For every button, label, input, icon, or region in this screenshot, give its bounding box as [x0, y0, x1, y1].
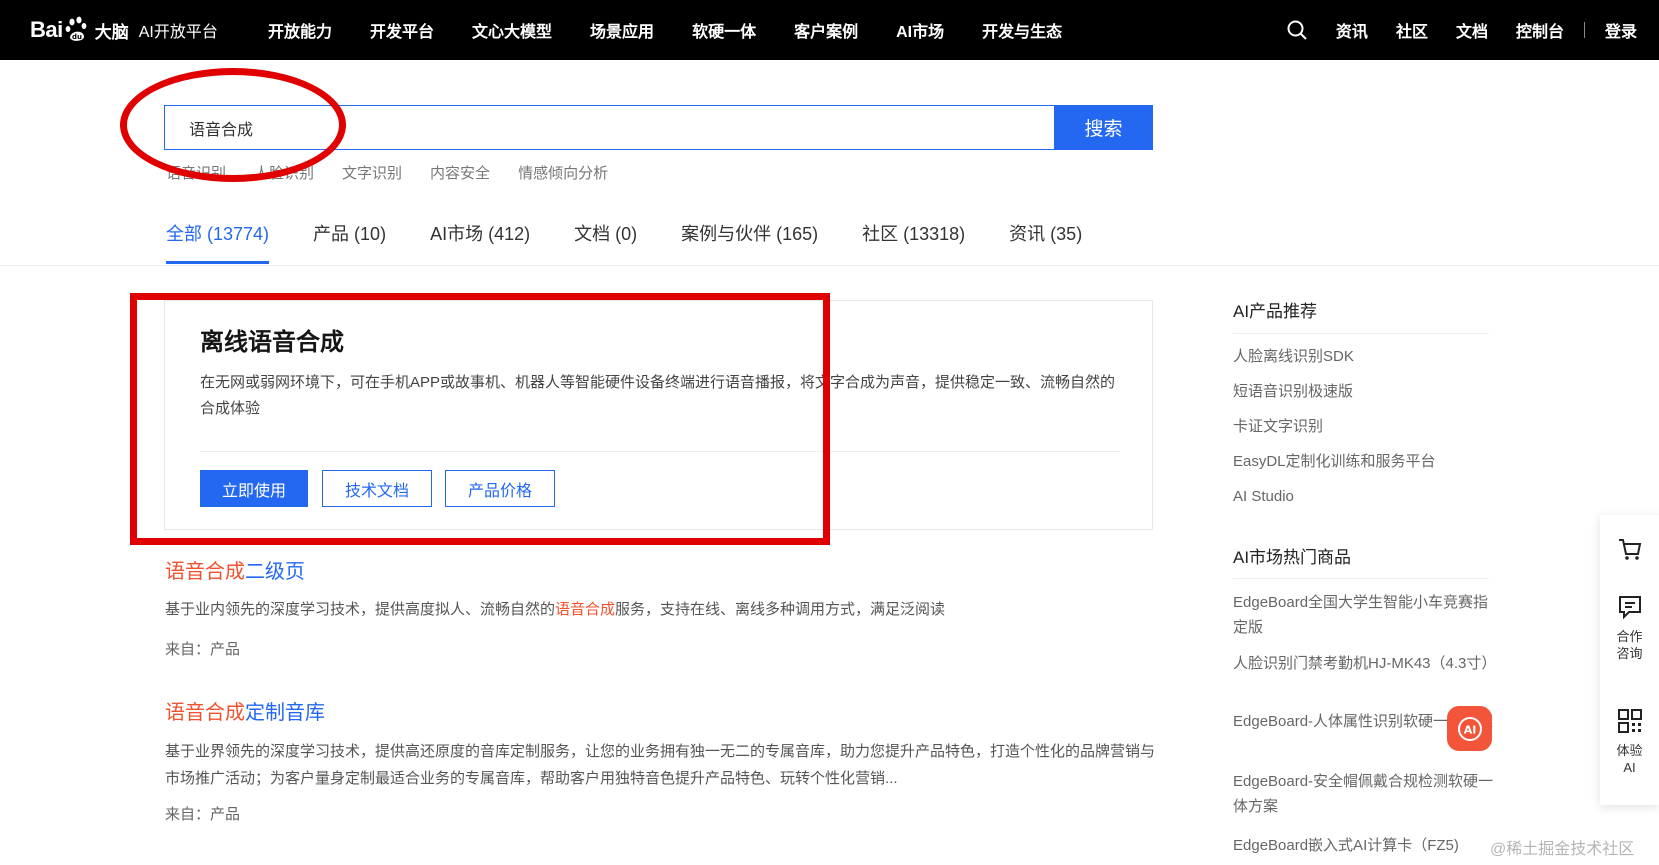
nav-item-open-capabilities[interactable]: 开放能力: [268, 18, 332, 42]
product-divider: [200, 451, 1120, 452]
main-nav: 开放能力 开发平台 文心大模型 场景应用 软硬一体 客户案例 AI市场 开发与生…: [268, 0, 1100, 60]
sidebar-divider: [1233, 333, 1489, 334]
tab-news[interactable]: 资讯 (35): [1009, 220, 1082, 265]
search-input[interactable]: [165, 106, 1054, 149]
cart-icon: [1618, 539, 1641, 560]
sidebar-heading-recommend: AI产品推荐: [1233, 302, 1318, 321]
result-title-rest: 二级页: [245, 561, 305, 583]
result-title-link[interactable]: 语音合成二级页: [165, 555, 305, 584]
result-title-rest: 定制音库: [245, 702, 325, 724]
sidebar-link[interactable]: 人脸识别门禁考勤机HJ-MK43（4.3寸）: [1233, 651, 1496, 676]
nav-item-dev-platform[interactable]: 开发平台: [370, 18, 434, 42]
watermark: @稀土掘金技术社区: [1490, 841, 1635, 858]
hot-tag-speech-recognition[interactable]: 语音识别: [166, 162, 226, 183]
baidu-ai-logo[interactable]: Bai du 大脑 AI开放平台: [30, 8, 218, 52]
tech-docs-button[interactable]: 技术文档: [322, 470, 432, 507]
hot-tag-ocr[interactable]: 文字识别: [342, 162, 402, 183]
result-title-highlight: 语音合成: [165, 561, 245, 583]
top-navbar: Bai du 大脑 AI开放平台 开放能力 开发平台 文心大模型 场景应用 软硬…: [0, 0, 1659, 60]
nav-item-wenxin-model[interactable]: 文心大模型: [472, 18, 552, 42]
experience-ai-label: 体验AI: [1616, 743, 1643, 775]
sidebar-link[interactable]: 人脸离线识别SDK: [1233, 344, 1495, 369]
sidebar-link[interactable]: 短语音识别极速版: [1233, 379, 1495, 404]
qr-code-icon: [1617, 709, 1642, 733]
tab-all[interactable]: 全部 (13774): [166, 220, 270, 265]
sidebar-link[interactable]: AI Studio: [1233, 484, 1495, 509]
paw-icon: du: [64, 16, 92, 44]
nav-item-scenarios[interactable]: 场景应用: [590, 18, 654, 42]
search-icon[interactable]: [1286, 19, 1308, 41]
search-box: [164, 105, 1054, 150]
login-link[interactable]: 登录: [1605, 18, 1637, 42]
tab-docs[interactable]: 文档 (0): [574, 220, 637, 265]
chat-icon: [1618, 596, 1641, 620]
search-button[interactable]: 搜索: [1054, 105, 1153, 150]
tabs-divider: [0, 265, 1659, 266]
sidebar-link[interactable]: EdgeBoard全国大学生智能小车竞赛指定版: [1233, 590, 1495, 640]
nav-divider: [1583, 22, 1585, 38]
result-source: 来自：产品: [165, 641, 241, 658]
nav-docs[interactable]: 文档: [1456, 18, 1488, 42]
nav-right-group: 资讯 社区 文档 控制台 登录: [1286, 0, 1637, 60]
product-description: 在无网或弱网环境下，可在手机APP或故事机、机器人等智能硬件设备终端进行语音播报…: [200, 374, 1116, 417]
nav-item-ai-market[interactable]: AI市场: [896, 18, 944, 42]
tab-community[interactable]: 社区 (13318): [862, 220, 965, 265]
result-tabs: 全部 (13774) 产品 (10) AI市场 (412) 文档 (0) 案例与…: [166, 220, 1126, 265]
tab-products[interactable]: 产品 (10): [313, 220, 386, 265]
sidebar-heading-market: AI市场热门商品: [1233, 548, 1352, 567]
sidebar-divider: [1233, 578, 1489, 579]
sidebar-link[interactable]: EdgeBoard嵌入式AI计算卡（FZ5): [1233, 833, 1495, 858]
product-title: 离线语音合成: [200, 329, 344, 356]
result-source: 来自：产品: [165, 806, 241, 823]
ai-assistant-button[interactable]: AI: [1447, 706, 1492, 751]
nav-community[interactable]: 社区: [1396, 18, 1428, 42]
ai-bubble-text: AI: [1463, 723, 1476, 736]
logo-suffix: 大脑: [94, 22, 129, 42]
result-desc-highlight: 语音合成: [555, 601, 616, 618]
ai-icon: AI: [1457, 716, 1482, 741]
pricing-button[interactable]: 产品价格: [445, 470, 555, 507]
consult-label: 合作咨询: [1616, 629, 1643, 661]
svg-text:du: du: [72, 33, 82, 41]
consult-button[interactable]: 合作咨询: [1600, 593, 1659, 662]
result-title-highlight: 语音合成: [165, 702, 245, 724]
nav-item-hardware[interactable]: 软硬一体: [692, 18, 756, 42]
result-desc-text: 基于业内领先的深度学习技术，提供高度拟人、流畅自然的: [165, 601, 556, 618]
nav-item-ecosystem[interactable]: 开发与生态: [982, 18, 1062, 42]
hot-tag-sentiment[interactable]: 情感倾向分析: [518, 162, 608, 183]
nav-item-cases[interactable]: 客户案例: [794, 18, 858, 42]
sidebar-link[interactable]: 卡证文字识别: [1233, 414, 1495, 439]
logo-text: Bai: [30, 17, 63, 42]
result-desc-text-end: 服务，支持在线、离线多种调用方式，满足泛阅读: [615, 601, 946, 618]
hot-tag-content-security[interactable]: 内容安全: [430, 162, 490, 183]
hot-tag-face-recognition[interactable]: 人脸识别: [254, 162, 314, 183]
floating-toolbar: 合作咨询 体验AI: [1600, 515, 1659, 805]
result-title-link[interactable]: 语音合成定制音库: [165, 696, 325, 725]
result-description: 基于业内领先的深度学习技术，提供高度拟人、流畅自然的语音合成服务，支持在线、离线…: [165, 596, 1155, 623]
nav-console[interactable]: 控制台: [1516, 18, 1564, 42]
cart-button[interactable]: [1600, 535, 1659, 568]
use-now-button[interactable]: 立即使用: [200, 470, 308, 507]
hot-tags: 语音识别 人脸识别 文字识别 内容安全 情感倾向分析: [166, 162, 636, 183]
nav-news[interactable]: 资讯: [1336, 18, 1368, 42]
tab-cases[interactable]: 案例与伙伴 (165): [681, 220, 818, 265]
sidebar-link[interactable]: EdgeBoard-安全帽佩戴合规检测软硬一体方案: [1233, 769, 1495, 819]
result-desc-text: 基于业界领先的深度学习技术，提供高还原度的音库定制服务，让您的业务拥有独一无二的…: [165, 743, 1156, 787]
tab-ai-market[interactable]: AI市场 (412): [430, 220, 530, 265]
result-description: 基于业界领先的深度学习技术，提供高还原度的音库定制服务，让您的业务拥有独一无二的…: [165, 738, 1155, 792]
sidebar-link[interactable]: EasyDL定制化训练和服务平台: [1233, 449, 1495, 474]
experience-ai-button[interactable]: 体验AI: [1600, 707, 1659, 776]
logo-subtitle: AI开放平台: [138, 24, 218, 41]
